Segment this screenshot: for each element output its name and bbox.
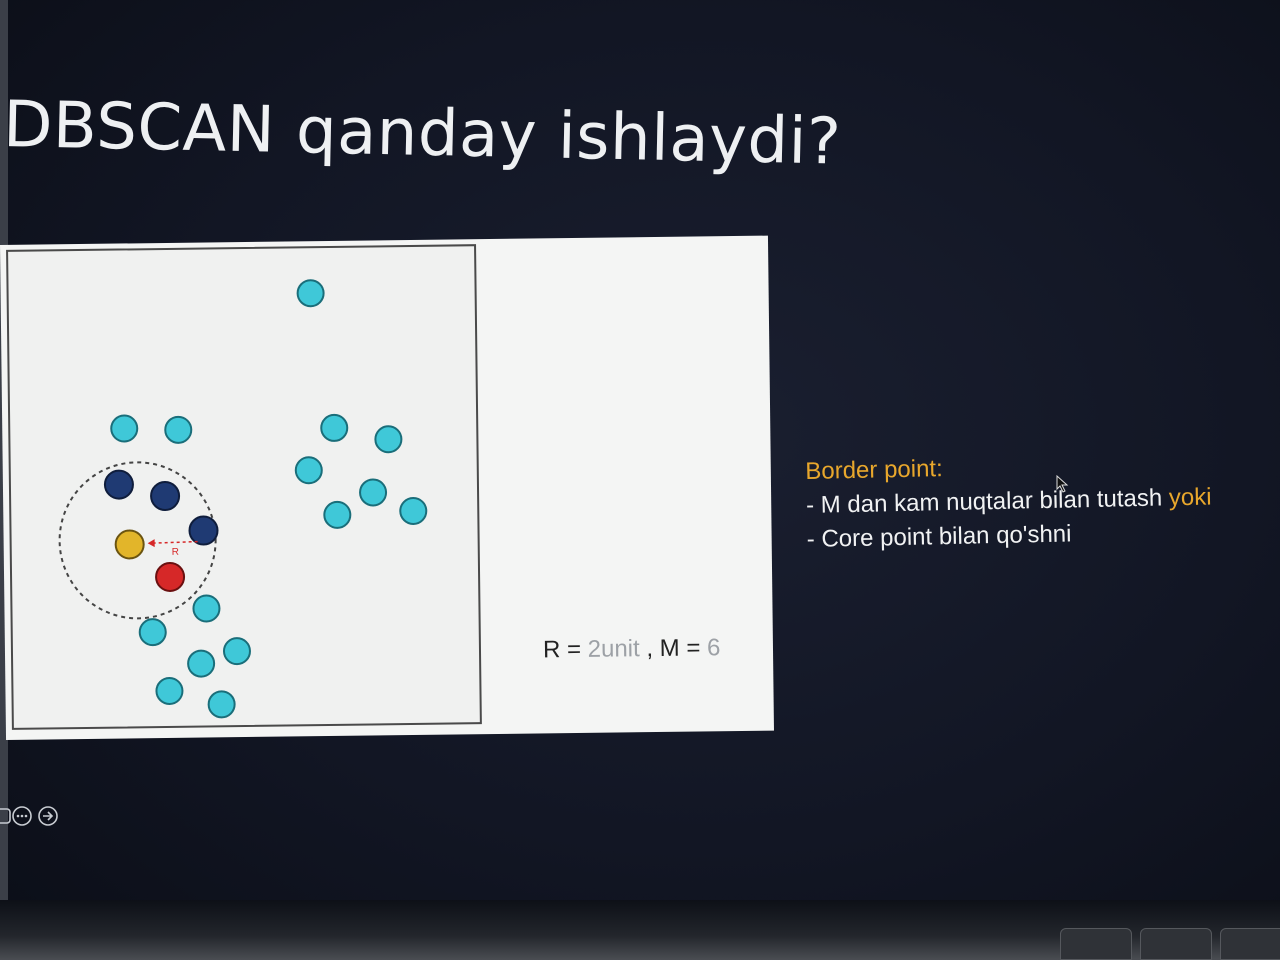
cyan-point: [207, 690, 236, 719]
min-points-param-value: 6: [706, 634, 721, 662]
min-points-param-label: , M =: [639, 634, 708, 663]
dbscan-illustration: R: [58, 279, 428, 719]
cyan-point: [192, 594, 221, 623]
radius-arrow-line: [151, 540, 198, 544]
explanation-text: Border point: - M dan kam nuqtalar bilan…: [805, 445, 1267, 557]
parameters-caption: R = 2unit , M = 6: [543, 634, 721, 664]
cyan-point: [296, 279, 325, 308]
slide-title: DBSCAN qanday ishlaydi?: [2, 88, 843, 180]
cyan-point: [359, 478, 388, 507]
laptop-keyboard-edge: [0, 900, 1280, 960]
navy-core-point: [150, 481, 181, 512]
keyboard-key: [1140, 928, 1212, 960]
cyan-point: [164, 415, 193, 444]
scatter-plot: R: [6, 244, 482, 730]
cyan-point: [110, 414, 139, 443]
navy-core-point: [103, 469, 134, 500]
next-slide-icon[interactable]: [38, 806, 58, 826]
radius-param-value: 2unit: [587, 635, 640, 663]
keyboard-key: [1220, 928, 1280, 960]
more-icon[interactable]: [12, 806, 32, 826]
radius-arrow-head: [147, 539, 155, 548]
explanation-line-1-text: - M dan kam nuqtalar bilan tutash: [805, 484, 1163, 519]
mouse-cursor-icon: [1056, 475, 1069, 493]
explanation-line-1-highlight: yoki: [1168, 483, 1212, 512]
cyan-point: [222, 637, 251, 666]
cyan-point: [187, 649, 216, 678]
cyan-point: [155, 676, 184, 705]
figure-panel: R R = 2unit , M = 6: [0, 235, 774, 740]
radius-param-label: R =: [542, 635, 588, 664]
cyan-point: [294, 456, 323, 485]
yellow-border-point: [114, 529, 145, 560]
keyboard-key: [1060, 928, 1132, 960]
cyan-point: [138, 618, 167, 647]
cyan-point: [320, 413, 349, 442]
cyan-point: [374, 425, 403, 454]
radius-label: R: [172, 547, 179, 558]
cyan-point: [399, 496, 428, 525]
cyan-point: [323, 500, 352, 529]
red-point: [155, 561, 186, 592]
navy-core-point: [188, 515, 219, 546]
